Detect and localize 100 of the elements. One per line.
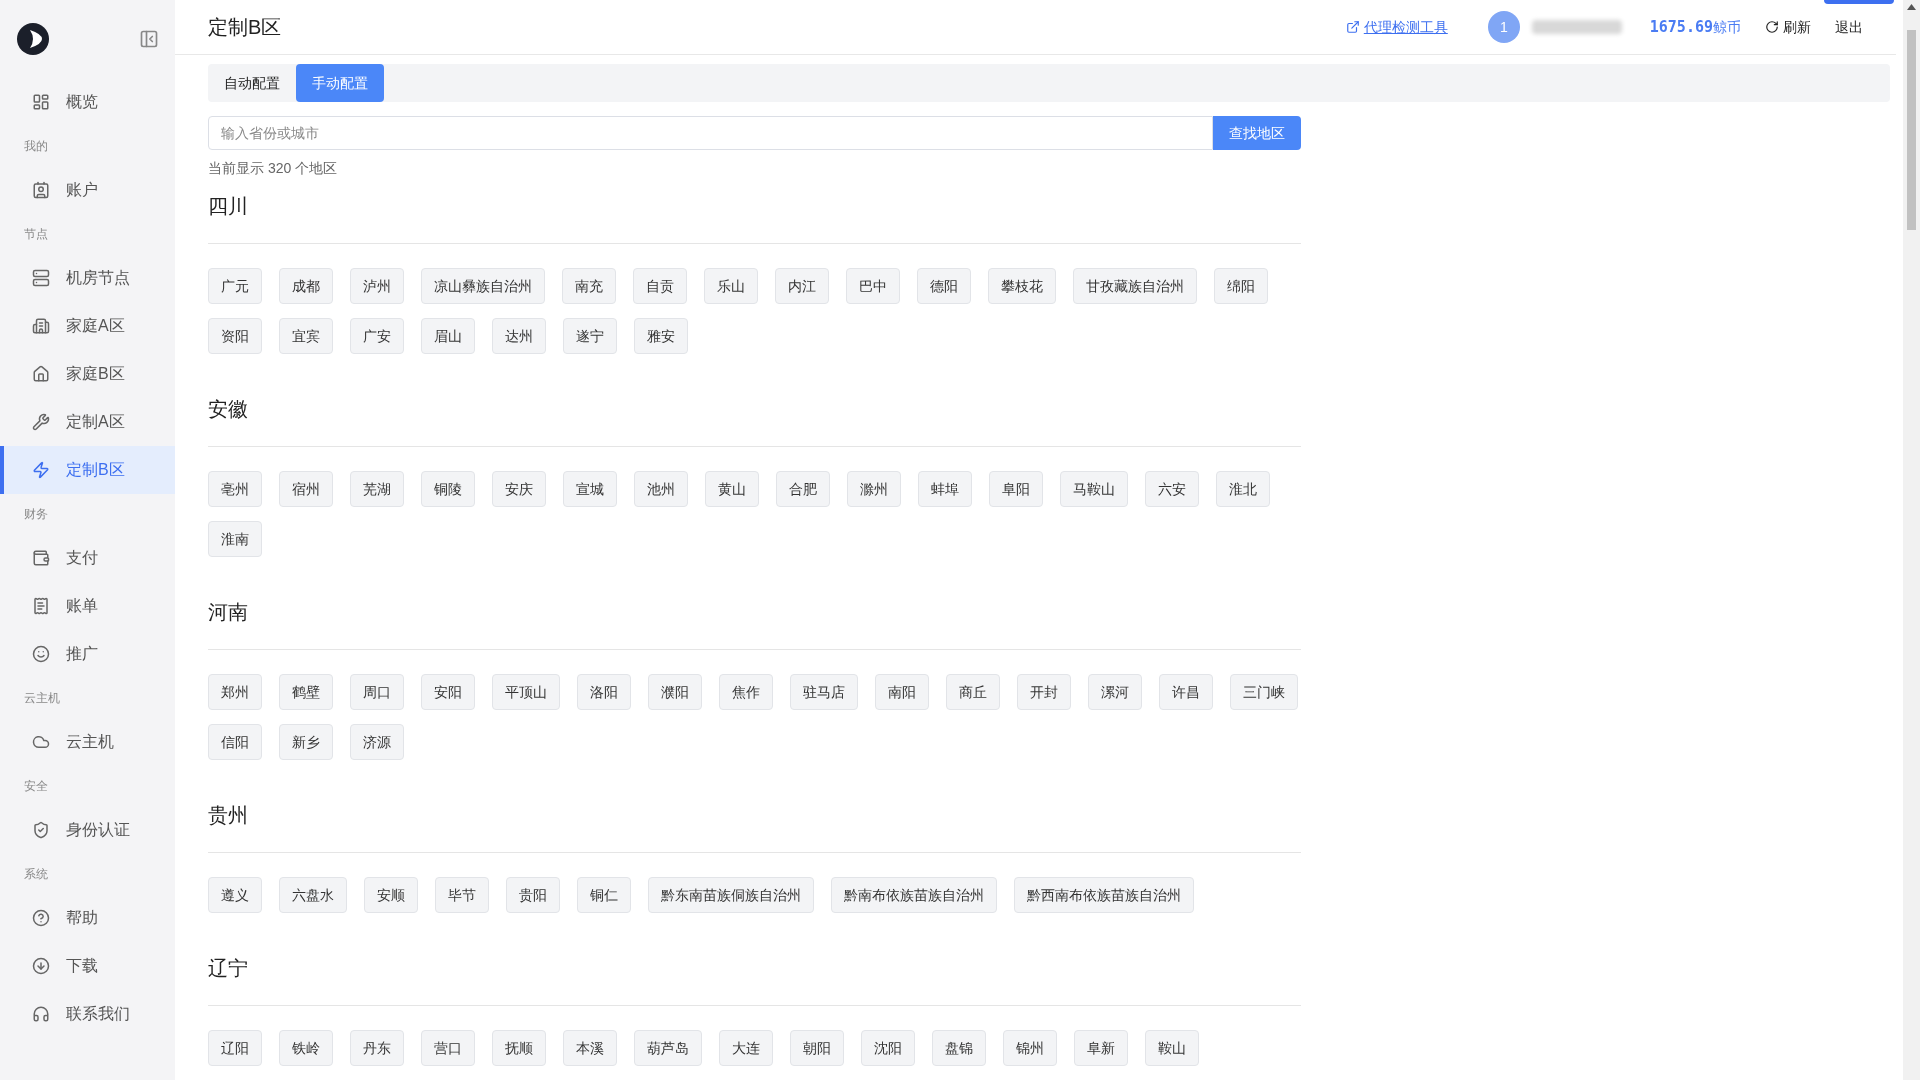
collapse-sidebar-icon[interactable] bbox=[139, 29, 159, 49]
region-chip[interactable]: 开封 bbox=[1017, 674, 1071, 710]
proxy-tool-link[interactable]: 代理检测工具 bbox=[1345, 16, 1448, 38]
region-chip[interactable]: 南充 bbox=[562, 268, 616, 304]
region-chip[interactable]: 丹东 bbox=[350, 1030, 404, 1066]
region-chip[interactable]: 黔南布依族苗族自治州 bbox=[831, 877, 997, 913]
region-chip[interactable]: 许昌 bbox=[1159, 674, 1213, 710]
sidebar-item[interactable]: 下载 bbox=[0, 942, 175, 990]
region-chip[interactable]: 阜阳 bbox=[989, 471, 1043, 507]
region-chip[interactable]: 合肥 bbox=[776, 471, 830, 507]
region-chip[interactable]: 洛阳 bbox=[577, 674, 631, 710]
region-chip[interactable]: 蚌埠 bbox=[918, 471, 972, 507]
region-chip[interactable]: 济源 bbox=[350, 724, 404, 760]
region-chip[interactable]: 淮南 bbox=[208, 521, 262, 557]
region-chip[interactable]: 铁岭 bbox=[279, 1030, 333, 1066]
region-chip[interactable]: 焦作 bbox=[719, 674, 773, 710]
region-chip[interactable]: 郑州 bbox=[208, 674, 262, 710]
sidebar-item[interactable]: 定制B区 bbox=[0, 446, 175, 494]
logout-button[interactable]: 退出 bbox=[1835, 16, 1863, 38]
region-chip[interactable]: 安阳 bbox=[421, 674, 475, 710]
region-chip[interactable]: 铜陵 bbox=[421, 471, 475, 507]
region-chip[interactable]: 成都 bbox=[279, 268, 333, 304]
sidebar-item[interactable]: 概览 bbox=[0, 78, 175, 126]
region-chip[interactable]: 葫芦岛 bbox=[634, 1030, 702, 1066]
region-chip[interactable]: 安顺 bbox=[364, 877, 418, 913]
sidebar-item[interactable]: 机房节点 bbox=[0, 254, 175, 302]
sidebar-item[interactable]: 云主机 bbox=[0, 718, 175, 766]
region-chip[interactable]: 内江 bbox=[775, 268, 829, 304]
region-chip[interactable]: 鹤壁 bbox=[279, 674, 333, 710]
region-chip[interactable]: 驻马店 bbox=[790, 674, 858, 710]
region-chip[interactable]: 芜湖 bbox=[350, 471, 404, 507]
region-chip[interactable]: 营口 bbox=[421, 1030, 475, 1066]
region-chip[interactable]: 遂宁 bbox=[563, 318, 617, 354]
region-chip[interactable]: 濮阳 bbox=[648, 674, 702, 710]
region-chip[interactable]: 本溪 bbox=[563, 1030, 617, 1066]
region-chip[interactable]: 周口 bbox=[350, 674, 404, 710]
sidebar-item[interactable]: 家庭B区 bbox=[0, 350, 175, 398]
region-chip[interactable]: 新乡 bbox=[279, 724, 333, 760]
region-chip[interactable]: 信阳 bbox=[208, 724, 262, 760]
scrollbar[interactable] bbox=[1903, 0, 1920, 1080]
region-chip[interactable]: 六安 bbox=[1145, 471, 1199, 507]
region-chip[interactable]: 盘锦 bbox=[932, 1030, 986, 1066]
region-chip[interactable]: 黔东南苗族侗族自治州 bbox=[648, 877, 814, 913]
region-chip[interactable]: 亳州 bbox=[208, 471, 262, 507]
region-chip[interactable]: 池州 bbox=[634, 471, 688, 507]
region-chip[interactable]: 凉山彝族自治州 bbox=[421, 268, 545, 304]
sidebar-item[interactable]: 推广 bbox=[0, 630, 175, 678]
tab[interactable]: 自动配置 bbox=[208, 64, 296, 102]
region-chip[interactable]: 安庆 bbox=[492, 471, 546, 507]
region-chip[interactable]: 阜新 bbox=[1074, 1030, 1128, 1066]
sidebar-item[interactable]: 账户 bbox=[0, 166, 175, 214]
region-chip[interactable]: 平顶山 bbox=[492, 674, 560, 710]
search-field[interactable]: 输入省份或城市 bbox=[208, 116, 1213, 150]
region-chip[interactable]: 黔西南布依族苗族自治州 bbox=[1014, 877, 1194, 913]
region-chip[interactable]: 滁州 bbox=[847, 471, 901, 507]
sidebar-item[interactable]: 家庭A区 bbox=[0, 302, 175, 350]
region-chip[interactable]: 三门峡 bbox=[1230, 674, 1298, 710]
region-chip[interactable]: 漯河 bbox=[1088, 674, 1142, 710]
region-chip[interactable]: 六盘水 bbox=[279, 877, 347, 913]
region-chip[interactable]: 黄山 bbox=[705, 471, 759, 507]
region-chip[interactable]: 广安 bbox=[350, 318, 404, 354]
region-chip[interactable]: 沈阳 bbox=[861, 1030, 915, 1066]
sidebar-item[interactable]: 定制A区 bbox=[0, 398, 175, 446]
region-chip[interactable]: 宜宾 bbox=[279, 318, 333, 354]
refresh-button[interactable]: 刷新 bbox=[1765, 16, 1811, 38]
region-chip[interactable]: 南阳 bbox=[875, 674, 929, 710]
region-chip[interactable]: 甘孜藏族自治州 bbox=[1073, 268, 1197, 304]
scroll-up-icon[interactable] bbox=[1907, 4, 1916, 10]
region-chip[interactable]: 达州 bbox=[492, 318, 546, 354]
sidebar-item[interactable]: 联系我们 bbox=[0, 990, 175, 1038]
region-chip[interactable]: 商丘 bbox=[946, 674, 1000, 710]
region-chip[interactable]: 锦州 bbox=[1003, 1030, 1057, 1066]
region-chip[interactable]: 遵义 bbox=[208, 877, 262, 913]
region-chip[interactable]: 宣城 bbox=[563, 471, 617, 507]
region-chip[interactable]: 朝阳 bbox=[790, 1030, 844, 1066]
region-chip[interactable]: 辽阳 bbox=[208, 1030, 262, 1066]
region-chip[interactable]: 德阳 bbox=[917, 268, 971, 304]
region-chip[interactable]: 雅安 bbox=[634, 318, 688, 354]
region-chip[interactable]: 眉山 bbox=[421, 318, 475, 354]
sidebar-item[interactable]: 身份认证 bbox=[0, 806, 175, 854]
region-chip[interactable]: 马鞍山 bbox=[1060, 471, 1128, 507]
region-chip[interactable]: 鞍山 bbox=[1145, 1030, 1199, 1066]
region-chip[interactable]: 泸州 bbox=[350, 268, 404, 304]
region-chip[interactable]: 绵阳 bbox=[1214, 268, 1268, 304]
sidebar-item[interactable]: 账单 bbox=[0, 582, 175, 630]
region-chip[interactable]: 广元 bbox=[208, 268, 262, 304]
region-chip[interactable]: 抚顺 bbox=[492, 1030, 546, 1066]
region-chip[interactable]: 宿州 bbox=[279, 471, 333, 507]
region-chip[interactable]: 攀枝花 bbox=[988, 268, 1056, 304]
region-chip[interactable]: 淮北 bbox=[1216, 471, 1270, 507]
region-chip[interactable]: 贵阳 bbox=[506, 877, 560, 913]
region-chip[interactable]: 乐山 bbox=[704, 268, 758, 304]
scrollbar-thumb[interactable] bbox=[1907, 30, 1916, 230]
region-chip[interactable]: 铜仁 bbox=[577, 877, 631, 913]
region-chip[interactable]: 自贡 bbox=[633, 268, 687, 304]
region-chip[interactable]: 大连 bbox=[719, 1030, 773, 1066]
region-chip[interactable]: 毕节 bbox=[435, 877, 489, 913]
region-chip[interactable]: 巴中 bbox=[846, 268, 900, 304]
sidebar-item[interactable]: 支付 bbox=[0, 534, 175, 582]
region-chip[interactable]: 资阳 bbox=[208, 318, 262, 354]
